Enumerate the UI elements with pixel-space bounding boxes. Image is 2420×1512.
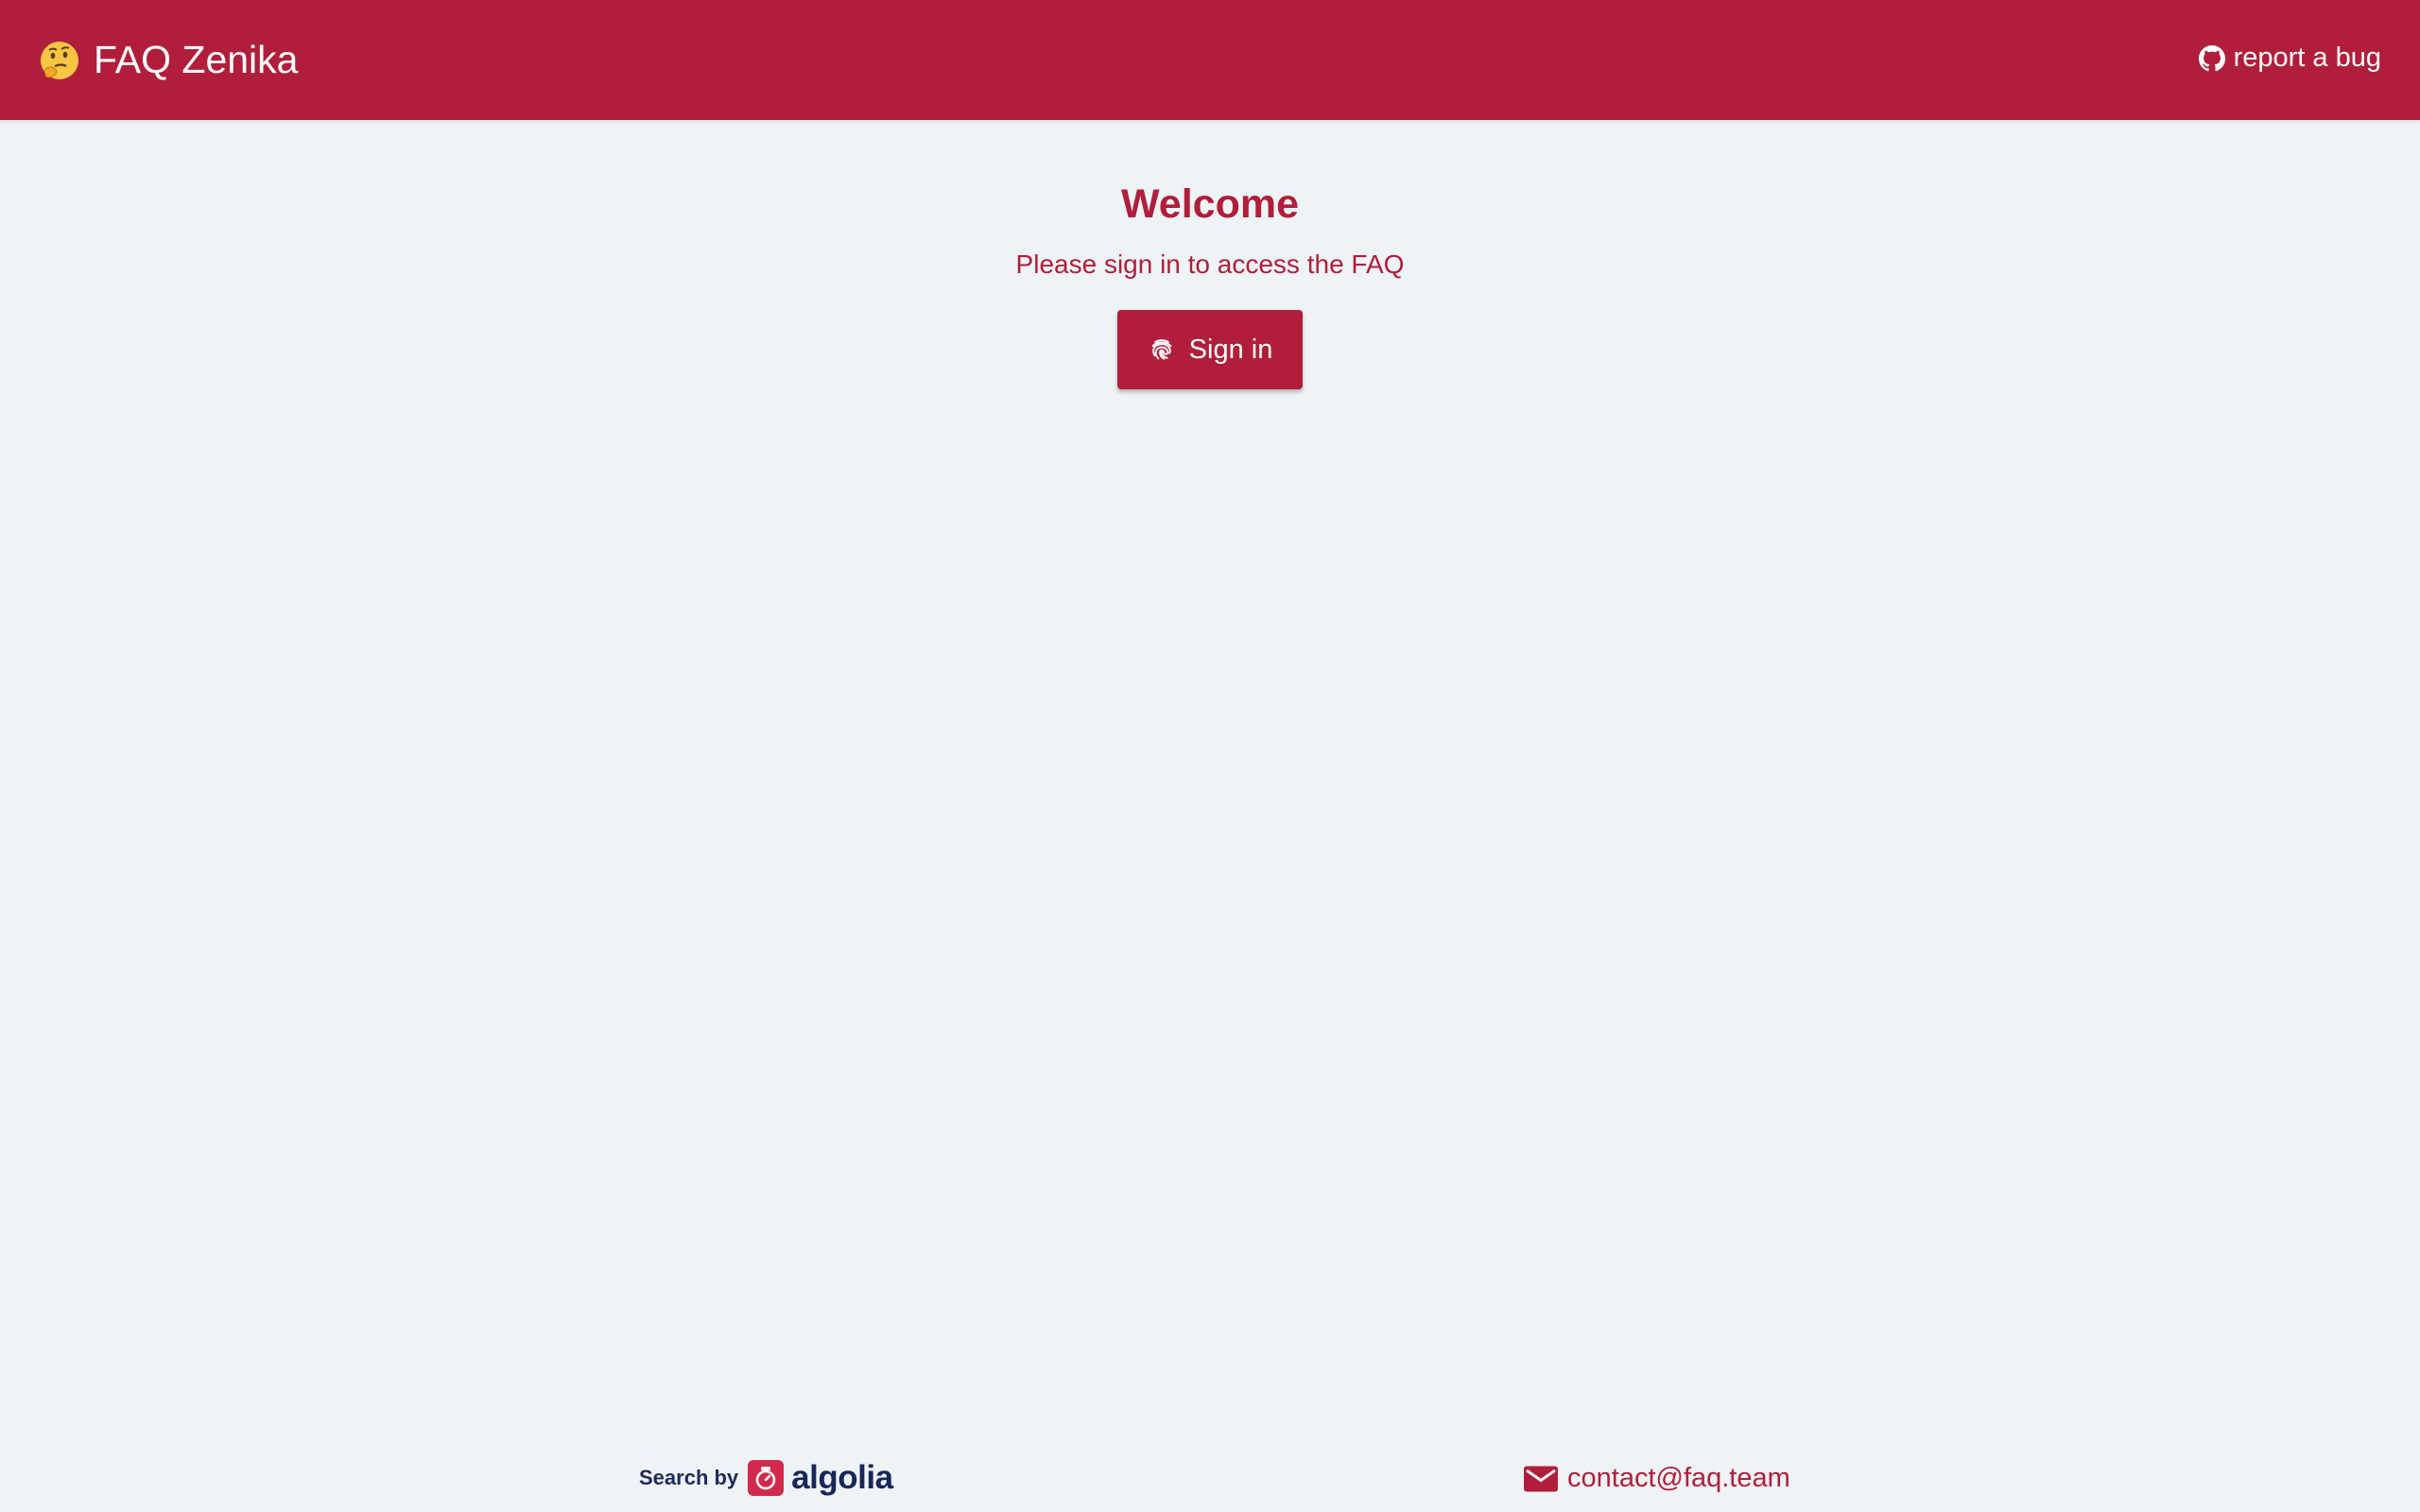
report-bug-label: report a bug bbox=[2233, 43, 2381, 73]
brand-home-link[interactable]: FAQ Zenika bbox=[39, 40, 298, 81]
fingerprint-icon bbox=[1148, 335, 1176, 364]
search-by-algolia-link[interactable]: Search by algolia bbox=[639, 1459, 893, 1497]
report-bug-link[interactable]: report a bug bbox=[2198, 43, 2381, 74]
sign-in-label: Sign in bbox=[1188, 334, 1273, 365]
search-by-label: Search by bbox=[639, 1466, 739, 1489]
algolia-wordmark: algolia bbox=[791, 1459, 893, 1496]
brand-title: FAQ Zenika bbox=[94, 38, 299, 81]
mail-icon bbox=[1524, 1465, 1558, 1493]
contact-email: contact@faq.team bbox=[1567, 1463, 1790, 1493]
thinking-face-icon bbox=[39, 40, 80, 81]
contact-email-link[interactable]: contact@faq.team bbox=[1524, 1463, 1790, 1494]
sign-in-prompt: Please sign in to access the FAQ bbox=[1015, 249, 1405, 279]
app-header: FAQ Zenika report a bug bbox=[0, 0, 2420, 120]
algolia-icon bbox=[748, 1460, 785, 1496]
github-icon bbox=[2198, 44, 2225, 72]
sign-in-button[interactable]: Sign in bbox=[1117, 310, 1303, 389]
page-title: Welcome bbox=[1121, 181, 1299, 227]
